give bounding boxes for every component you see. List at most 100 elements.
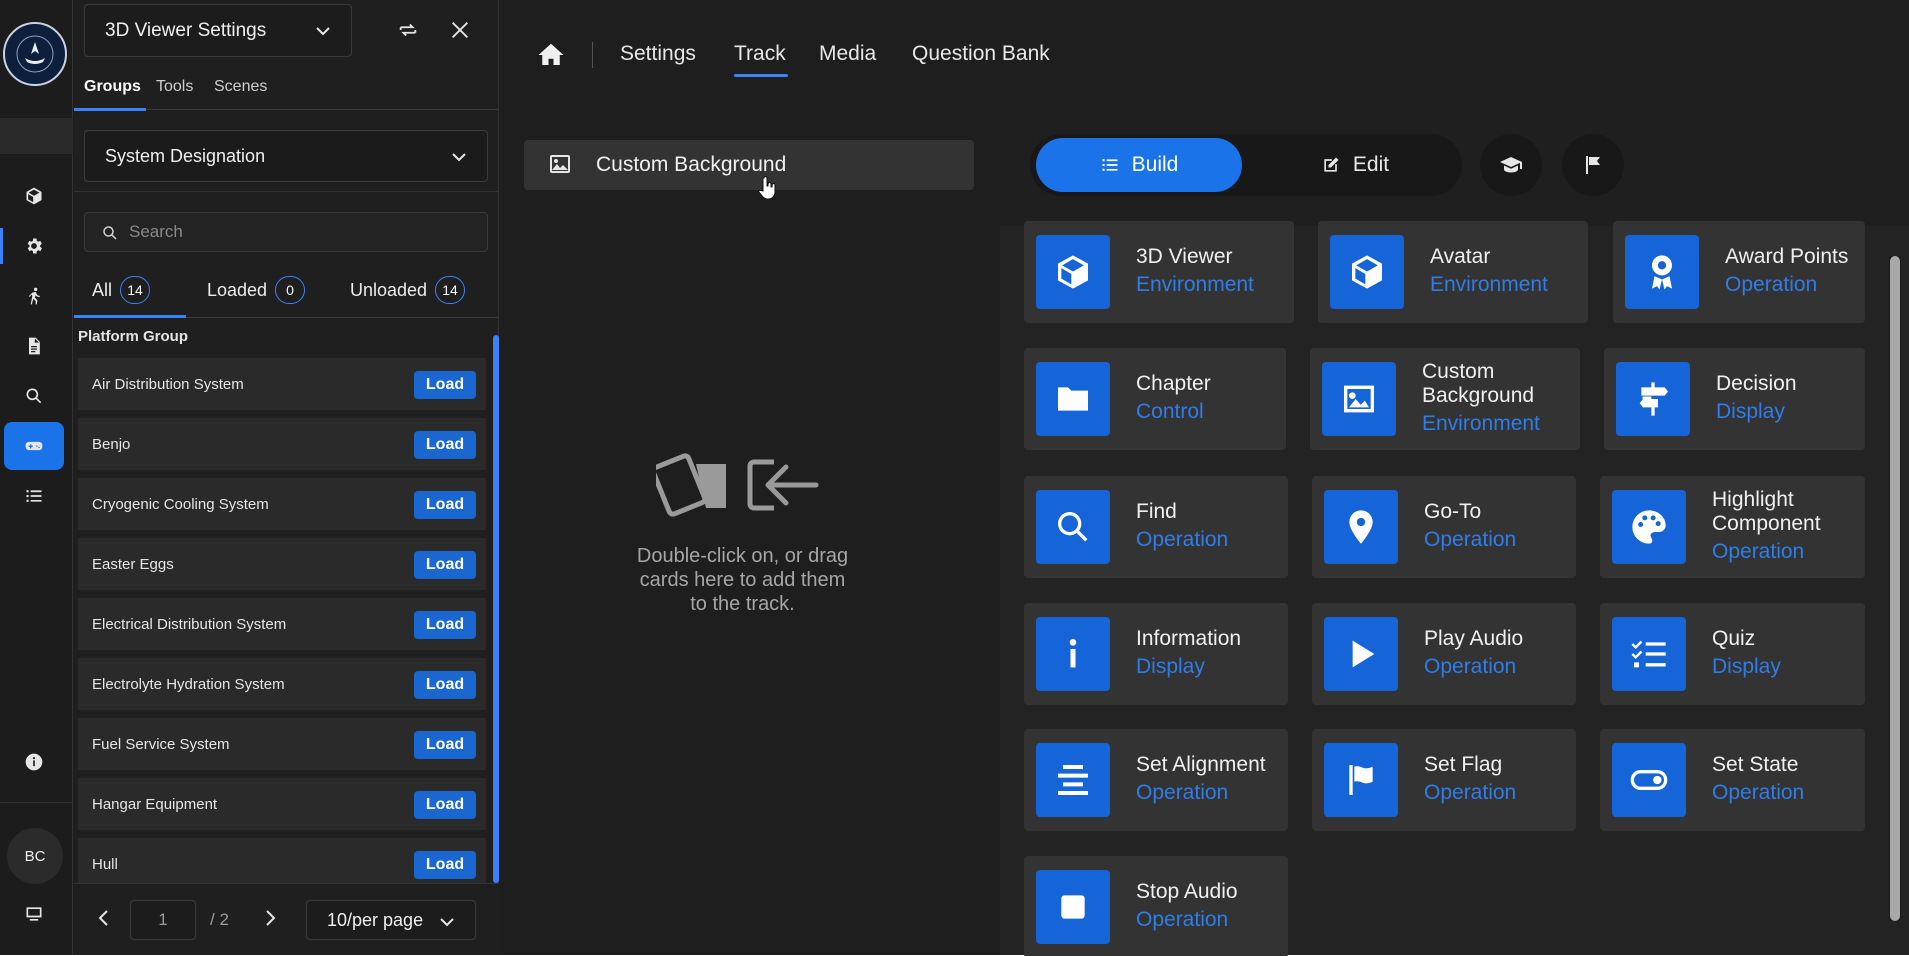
card-set-state[interactable]: Set State Operation [1600, 729, 1865, 831]
tab-groups[interactable]: Groups [84, 78, 141, 96]
gamepad-icon [25, 441, 43, 451]
load-button[interactable]: Load [414, 431, 476, 459]
rail-item-settings[interactable] [0, 222, 64, 270]
list-item[interactable]: Benjo Load [78, 418, 486, 470]
filter-loaded[interactable]: Loaded 0 [207, 276, 306, 304]
load-button[interactable]: Load [414, 671, 476, 699]
rail-item-display[interactable] [4, 890, 64, 938]
list-item-label: Cryogenic Cooling System [92, 495, 269, 513]
signpost-icon [1639, 382, 1668, 416]
list-item[interactable]: Electrical Distribution System Load [78, 598, 486, 650]
nav-settings[interactable]: Settings [620, 42, 696, 66]
rail-item-list[interactable] [4, 472, 64, 520]
load-button[interactable]: Load [414, 791, 476, 819]
track-card-label: Custom Background [596, 153, 787, 176]
filter-all-label: All [92, 279, 113, 300]
load-button[interactable]: Load [414, 491, 476, 519]
card-go-to[interactable]: Go-To Operation [1312, 476, 1576, 578]
build-label: Build [1131, 153, 1179, 176]
top-nav: Settings Track Media Question Bank [500, 0, 1909, 96]
card-icon-tile [1625, 235, 1699, 309]
load-button[interactable]: Load [414, 851, 476, 879]
card-highlight-component[interactable]: Highlight Component Operation [1600, 476, 1865, 578]
home-icon[interactable] [536, 40, 566, 70]
palette-icon [1632, 510, 1666, 544]
rail-item-walk[interactable] [4, 272, 64, 320]
rail-divider [0, 802, 73, 803]
track-area[interactable]: Custom Background Double-click on, or dr… [500, 96, 1000, 955]
list-item[interactable]: Easter Eggs Load [78, 538, 486, 590]
card-category: Operation [1424, 655, 1517, 678]
rail-item-documents[interactable] [4, 322, 64, 370]
list-item[interactable]: Cryogenic Cooling System Load [78, 478, 486, 530]
viewer-settings-select[interactable]: 3D Viewer Settings [84, 4, 352, 57]
rail-item-info[interactable] [4, 738, 64, 786]
chevron-down-icon [440, 918, 454, 927]
rail-item-search[interactable] [4, 372, 64, 420]
search-icon [1058, 512, 1088, 542]
filter-unloaded[interactable]: Unloaded 14 [350, 276, 466, 304]
card-set-flag[interactable]: Set Flag Operation [1312, 729, 1576, 831]
nav-media[interactable]: Media [819, 42, 876, 66]
card-award-points[interactable]: Award Points Operation [1613, 221, 1865, 323]
learning-mode-button[interactable] [1480, 134, 1542, 196]
chevron-right-icon[interactable] [260, 908, 280, 928]
card-information[interactable]: Information Display [1024, 603, 1288, 705]
card-chapter[interactable]: Chapter Control [1024, 348, 1286, 450]
tab-tools[interactable]: Tools [156, 78, 193, 96]
card-stop-audio[interactable]: Stop Audio Operation [1024, 856, 1288, 956]
refresh-button[interactable] [392, 14, 424, 46]
rail-item-models[interactable] [4, 172, 64, 220]
close-button[interactable] [444, 14, 476, 46]
card-icon-tile [1616, 362, 1690, 436]
rail-band [0, 118, 73, 154]
card-custom-background[interactable]: Custom Background Environment [1310, 348, 1580, 450]
track-card-custom-background[interactable]: Custom Background [524, 140, 974, 190]
chevron-left-icon[interactable] [94, 908, 114, 928]
panel-header: 3D Viewer Settings [74, 0, 499, 60]
card-icon-tile [1036, 743, 1110, 817]
card-name: Decision [1716, 372, 1797, 395]
card-category: Operation [1424, 528, 1517, 551]
card-play-audio[interactable]: Play Audio Operation [1312, 603, 1576, 705]
card-set-alignment[interactable]: Set Alignment Operation [1024, 729, 1288, 831]
search-input[interactable]: Search [84, 212, 488, 252]
filter-all[interactable]: All 14 [92, 276, 151, 304]
library-scrollbar[interactable] [1890, 256, 1900, 921]
list-scrollbar[interactable] [493, 335, 499, 883]
load-button[interactable]: Load [414, 371, 476, 399]
load-button[interactable]: Load [414, 731, 476, 759]
card-name: Stop Audio [1136, 880, 1238, 903]
flag-button[interactable] [1562, 134, 1624, 196]
list-item[interactable]: Hangar Equipment Load [78, 778, 486, 830]
card-decision[interactable]: Decision Display [1604, 348, 1865, 450]
card-library: Build Edit 3D Viewer Environment Avatar En… [1000, 96, 1909, 956]
load-button[interactable]: Load [414, 551, 476, 579]
group-select[interactable]: System Designation [84, 130, 488, 182]
per-page-select[interactable]: 10/per page [306, 900, 476, 940]
cube-icon [26, 187, 42, 205]
list-item-label: Air Distribution System [92, 375, 244, 393]
nav-question-bank[interactable]: Question Bank [912, 42, 1050, 66]
list-item[interactable]: Fuel Service System Load [78, 718, 486, 770]
gear-icon [27, 238, 42, 254]
page-number-input[interactable]: 1 [130, 900, 196, 940]
card-avatar[interactable]: Avatar Environment [1318, 221, 1588, 323]
card-icon-tile [1036, 235, 1110, 309]
card-find[interactable]: Find Operation [1024, 476, 1288, 578]
load-button[interactable]: Load [414, 611, 476, 639]
card-icon-tile [1324, 617, 1398, 691]
list-item[interactable]: Air Distribution System Load [78, 358, 486, 410]
card-3d-viewer[interactable]: 3D Viewer Environment [1024, 221, 1294, 323]
rail-item-games[interactable] [4, 422, 64, 470]
card-quiz[interactable]: Quiz Display [1600, 603, 1865, 705]
edit-button[interactable]: Edit [1260, 138, 1450, 192]
card-icon-tile [1612, 743, 1686, 817]
build-button[interactable]: Build [1036, 138, 1242, 192]
card-category: Control [1136, 400, 1204, 423]
nav-track[interactable]: Track [734, 42, 786, 66]
list-item[interactable]: Electrolyte Hydration System Load [78, 658, 486, 710]
tab-scenes[interactable]: Scenes [214, 78, 267, 96]
refresh-icon [399, 23, 417, 37]
avatar[interactable]: BC [7, 828, 63, 884]
